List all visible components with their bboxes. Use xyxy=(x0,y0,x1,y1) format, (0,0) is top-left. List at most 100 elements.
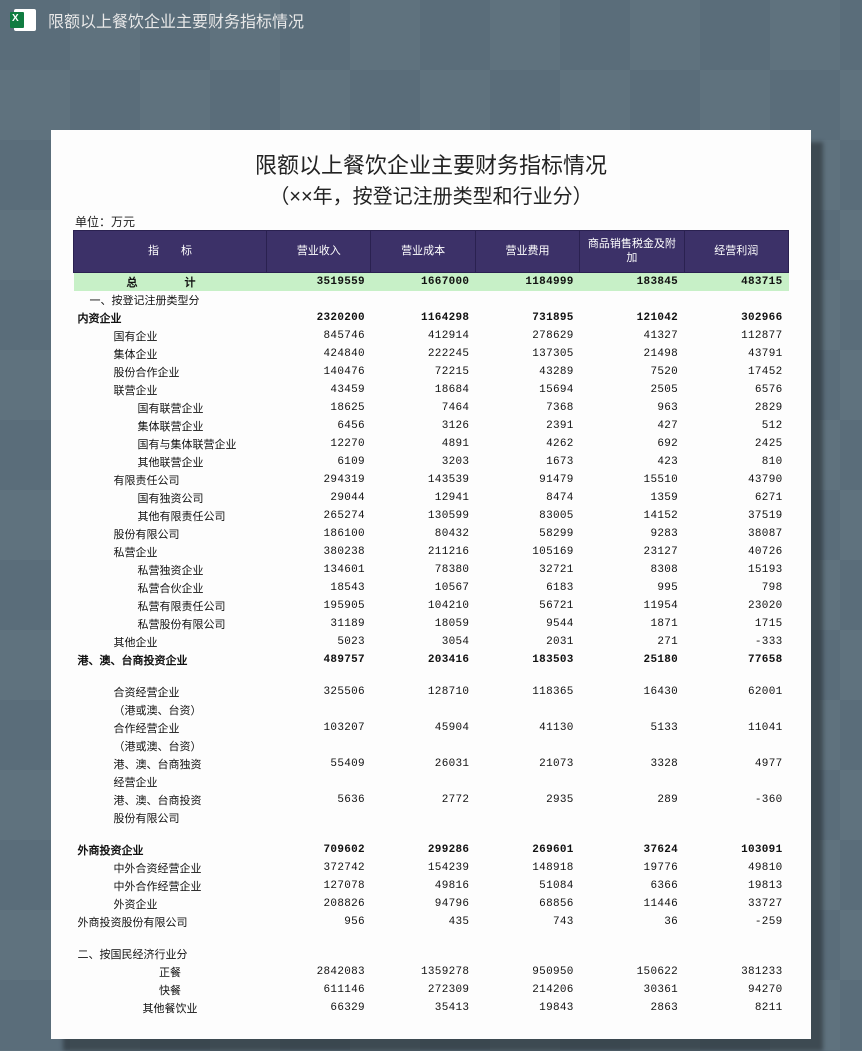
cell: 222245 xyxy=(371,345,475,363)
table-row: 中外合作经营企业 1270784981651084636619813 xyxy=(74,877,789,895)
row-label: 私营股份有限公司 xyxy=(74,615,267,633)
cell: 3328 xyxy=(580,755,684,773)
cell: 8308 xyxy=(580,561,684,579)
table-row: 合资经营企业 3255061287101183651643062001 xyxy=(74,683,789,701)
cell: 6576 xyxy=(684,381,788,399)
row-label: 股份有限公司 xyxy=(74,809,267,827)
table-row: 股份有限公司 1861008043258299928338087 xyxy=(74,525,789,543)
cell xyxy=(580,737,684,755)
row-label: 私营合伙企业 xyxy=(74,579,267,597)
cell: 18543 xyxy=(267,579,371,597)
cell xyxy=(580,809,684,827)
cell: 2425 xyxy=(684,435,788,453)
cell: 731895 xyxy=(475,309,579,327)
row-label: 外资企业 xyxy=(74,895,267,913)
row-label: 其他有限责任公司 xyxy=(74,507,267,525)
cell: 1359278 xyxy=(371,963,475,981)
cell: 4891 xyxy=(371,435,475,453)
cell: 743 xyxy=(475,913,579,931)
cell: 36 xyxy=(580,913,684,931)
row-label: 经营企业 xyxy=(74,773,267,791)
cell: 7368 xyxy=(475,399,579,417)
cell: 2772 xyxy=(371,791,475,809)
col-expense: 营业费用 xyxy=(475,231,579,273)
cell: 11446 xyxy=(580,895,684,913)
blank-row xyxy=(74,931,789,945)
cell: 325506 xyxy=(267,683,371,701)
cell: 6271 xyxy=(684,489,788,507)
total-label: 总 计 xyxy=(74,272,267,291)
cell: 412914 xyxy=(371,327,475,345)
row-label: 国有独资公司 xyxy=(74,489,267,507)
table-row: 私营合伙企业 18543105676183995798 xyxy=(74,579,789,597)
cell: 137305 xyxy=(475,345,579,363)
table-row: 外商投资股份有限公司 95643574336-259 xyxy=(74,913,789,931)
cell: 211216 xyxy=(371,543,475,561)
cell: 31189 xyxy=(267,615,371,633)
cell: 130599 xyxy=(371,507,475,525)
cell: 26031 xyxy=(371,755,475,773)
cell: 14152 xyxy=(580,507,684,525)
table-row: 有限责任公司 294319143539914791551043790 xyxy=(74,471,789,489)
cell: 7464 xyxy=(371,399,475,417)
row-label: 股份有限公司 xyxy=(74,525,267,543)
cell: 62001 xyxy=(684,683,788,701)
cell: 380238 xyxy=(267,543,371,561)
cell: 2829 xyxy=(684,399,788,417)
row-label: 有限责任公司 xyxy=(74,471,267,489)
table-row: 快餐 6111462723092142063036194270 xyxy=(74,981,789,999)
cell: 278629 xyxy=(475,327,579,345)
cell: 5023 xyxy=(267,633,371,651)
table-row: 国有与集体联营企业 12270489142626922425 xyxy=(74,435,789,453)
row-label: （港或澳、台资） xyxy=(74,737,267,755)
cell: 37624 xyxy=(580,841,684,859)
cell: 104210 xyxy=(371,597,475,615)
cell: 6109 xyxy=(267,453,371,471)
cell: 11041 xyxy=(684,719,788,737)
excel-icon xyxy=(14,9,36,31)
cell: 1164298 xyxy=(371,309,475,327)
cell: 143539 xyxy=(371,471,475,489)
row-label: 股份合作企业 xyxy=(74,363,267,381)
cell: 271 xyxy=(580,633,684,651)
cell: 49810 xyxy=(684,859,788,877)
cell: 15510 xyxy=(580,471,684,489)
cell xyxy=(267,773,371,791)
cell xyxy=(267,737,371,755)
cell: 5636 xyxy=(267,791,371,809)
cell: 43791 xyxy=(684,345,788,363)
cell: 45904 xyxy=(371,719,475,737)
cell: 3519559 xyxy=(267,272,371,291)
unit-label: 单位：万元 xyxy=(73,213,789,230)
section1-title: 一、按登记注册类型分 xyxy=(74,291,267,309)
row-label: （港或澳、台资） xyxy=(74,701,267,719)
table-row: 其他有限责任公司 265274130599830051415237519 xyxy=(74,507,789,525)
cell: 66329 xyxy=(267,999,371,1017)
cell xyxy=(684,701,788,719)
cell: 1673 xyxy=(475,453,579,471)
cell: 91479 xyxy=(475,471,579,489)
cell: 4977 xyxy=(684,755,788,773)
table-row: 中外合资经营企业 3727421542391489181977649810 xyxy=(74,859,789,877)
col-profit: 经营利润 xyxy=(684,231,788,273)
table-row: 其他餐饮业 66329354131984328638211 xyxy=(74,999,789,1017)
cell: -360 xyxy=(684,791,788,809)
cell: 56721 xyxy=(475,597,579,615)
section2-title: 二、按国民经济行业分 xyxy=(74,945,267,963)
cell: 19813 xyxy=(684,877,788,895)
table-row: 其他企业 502330542031271-333 xyxy=(74,633,789,651)
cell: 299286 xyxy=(371,841,475,859)
row-label: 合作经营企业 xyxy=(74,719,267,737)
cell: 77658 xyxy=(684,651,788,669)
titlebar: 限额以上餐饮企业主要财务指标情况 xyxy=(0,0,862,40)
table-row: 私营有限责任公司 195905104210567211195423020 xyxy=(74,597,789,615)
cell xyxy=(580,773,684,791)
cell: 208826 xyxy=(267,895,371,913)
cell: 105169 xyxy=(475,543,579,561)
table-row: 集体企业 4248402222451373052149843791 xyxy=(74,345,789,363)
table-row: 合作经营企业 1032074590441130513311041 xyxy=(74,719,789,737)
col-indicator: 指 标 xyxy=(74,231,267,273)
cell xyxy=(371,701,475,719)
table-row: 正餐 28420831359278950950150622381233 xyxy=(74,963,789,981)
spreadsheet-sheet: 限额以上餐饮企业主要财务指标情况 （××年，按登记注册类型和行业分） 单位：万元… xyxy=(51,130,811,1039)
